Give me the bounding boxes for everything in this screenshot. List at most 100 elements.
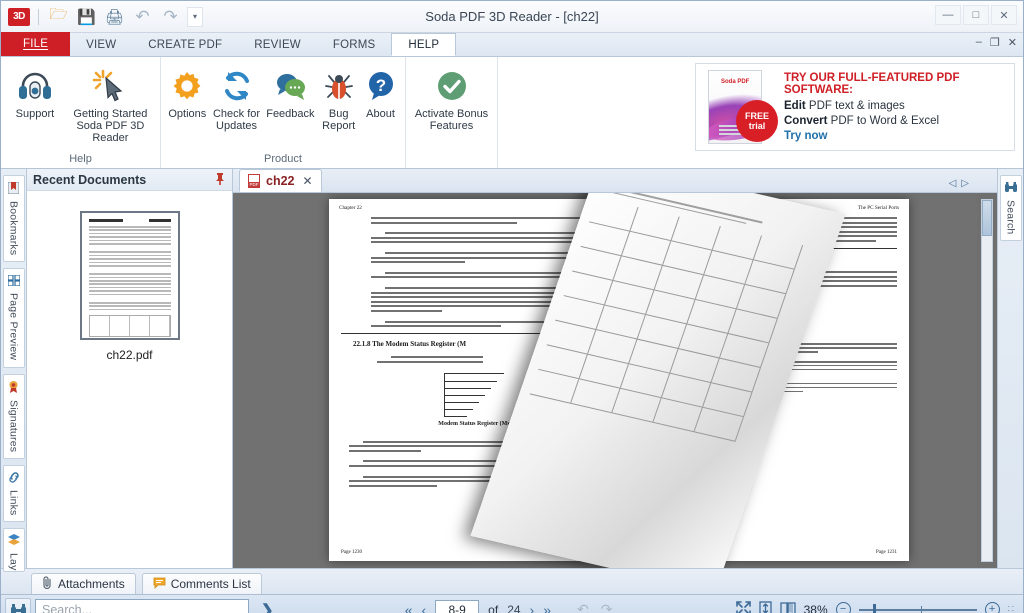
promo-try-now-link[interactable]: Try now [784,130,1008,142]
product-box-image: Soda PDF FREE trial [702,68,778,146]
close-button[interactable]: ✕ [991,5,1017,25]
sidebar-label-bookmarks: Bookmarks [7,201,20,256]
options-label: Options [168,108,207,120]
tab-attachments[interactable]: Attachments [31,573,136,594]
status-undo-redo: ↶ ↷ [577,601,612,613]
layers-icon [7,534,20,549]
bug-report-button[interactable]: Bug Report [317,63,360,135]
fit-height-icon[interactable] [758,600,772,613]
first-page-button[interactable]: « [405,602,413,613]
sidebar-label-layers: Lay [7,553,20,571]
refresh-icon [220,66,254,106]
document-tab-ch22[interactable]: ch22 ✕ [239,169,322,192]
zoom-slider-track [858,603,977,613]
promo-banner[interactable]: Soda PDF FREE trial TRY OUR FULL-FEATURE… [695,63,1015,151]
find-toolbar-icon[interactable] [5,597,31,613]
zoom-slider[interactable] [858,603,977,613]
current-page-input[interactable]: 8-9 [435,599,480,613]
feedback-button[interactable]: Feedback [263,63,317,123]
status-redo-button[interactable]: ↷ [601,601,613,613]
recent-documents-list: ch22.pdf [27,191,232,362]
tab-review[interactable]: REVIEW [238,33,317,56]
status-undo-button[interactable]: ↶ [577,601,589,613]
thumb-header [88,219,171,222]
tab-help[interactable]: HELP [391,33,457,56]
text-line [371,241,584,244]
mdi-close-button[interactable]: ✕ [1008,36,1017,49]
sidebar-label-page-preview: Page Preview [7,293,20,361]
window-title: Soda PDF 3D Reader - [ch22] [425,9,599,24]
tab-forms[interactable]: FORMS [317,33,392,56]
tab-view[interactable]: VIEW [70,33,132,56]
text-line [349,449,422,452]
tab-scroll-left-icon[interactable]: ◁ [949,178,957,189]
feedback-label: Feedback [266,108,315,120]
previous-page-button[interactable]: ‹ [422,602,427,613]
thumb-table [88,315,171,338]
search-input[interactable]: Search... [35,599,249,613]
text-line [371,325,501,328]
tab-file-label: FILE [23,38,49,50]
mdi-restore-button[interactable]: ❐ [990,36,1000,49]
tab-create-pdf[interactable]: CREATE PDF [132,33,238,56]
sidebar-item-layers[interactable]: Lay [2,528,25,572]
next-page-button[interactable]: › [530,602,535,613]
page-navigation: « ‹ 8-9 of 24 › » [405,599,551,613]
zoom-in-button[interactable]: + [984,602,1000,613]
zoom-level-label: 38% [803,602,828,613]
sidebar-item-bookmarks[interactable]: Bookmarks [2,175,25,263]
fullscreen-icon[interactable] [735,600,751,613]
promo-convert-bold: Convert [784,115,828,127]
speech-bubble-icon [273,66,307,106]
zoom-slider-handle[interactable] [872,603,876,613]
ribbon-tab-bar: FILE VIEW CREATE PDF REVIEW FORMS HELP –… [1,32,1023,57]
search-submit-button[interactable]: ❯ [253,601,282,613]
recent-document-thumbnail[interactable] [79,211,180,340]
activate-bonus-features-button[interactable]: Activate Bonus Features [410,63,493,135]
sidebar-item-page-preview[interactable]: Page Preview [2,268,25,368]
promo-heading: TRY OUR FULL-FEATURED PDF SOFTWARE: [784,72,960,96]
right-sidebar-rail: Search [997,169,1023,568]
paperclip-icon [42,576,53,592]
tab-attachments-label: Attachments [58,577,125,591]
ribbon-group-bonus-label [406,165,497,168]
left-sidebar-rail: Bookmarks Page Preview Signatures Links [1,169,27,572]
getting-started-button[interactable]: Getting Started Soda PDF 3D Reader [65,63,156,147]
pin-icon[interactable] [214,172,226,188]
total-pages-label: 24 [507,602,521,613]
resize-grip[interactable]: ∷ [1008,604,1014,613]
page-left-footer: Page 1230 [341,550,362,555]
mdi-minimize-button[interactable]: – [976,36,982,49]
text-line [371,217,607,219]
tab-scroll-right-icon[interactable]: ▷ [961,178,969,189]
page-layout-icon[interactable] [779,601,796,613]
document-vertical-scrollbar[interactable] [981,199,993,562]
page-right-header-right: The PC Serial Ports [857,205,899,211]
bookmark-icon [7,181,20,197]
promo-edit-rest: PDF text & images [805,100,905,112]
tab-file[interactable]: FILE [1,32,71,56]
question-icon: ? [365,66,397,106]
zoom-out-button[interactable]: − [835,602,851,613]
page-right-footer: Page 1231 [876,550,897,555]
main-area: Bookmarks Page Preview Signatures Links [1,169,1023,572]
sidebar-item-search[interactable]: Search [999,175,1022,242]
thumb-paragraph-2 [88,251,171,267]
options-button[interactable]: Options [165,63,210,123]
bottom-panel-tabs: Attachments Comments List [1,568,1023,594]
last-page-button[interactable]: » [543,602,551,613]
minimize-button[interactable]: — [935,5,961,25]
sidebar-item-signatures[interactable]: Signatures [2,373,25,459]
about-button[interactable]: ? About [360,63,401,123]
thumb-paragraph-1 [88,226,171,245]
page-canvas[interactable]: Chapter 22 22.1.8 The Modem Status Regis… [233,193,977,568]
document-tab-close-icon[interactable]: ✕ [303,174,313,188]
support-button[interactable]: Support [5,63,65,123]
maximize-button[interactable]: □ [963,5,989,25]
scrollbar-thumb[interactable] [982,200,992,236]
about-label: About [366,108,395,120]
tab-comments-list[interactable]: Comments List [141,573,262,594]
check-updates-button[interactable]: Check for Updates [210,63,264,135]
sidebar-item-links[interactable]: Links [2,464,25,523]
promo-text-block: TRY OUR FULL-FEATURED PDF SOFTWARE: Edit… [776,72,1008,142]
